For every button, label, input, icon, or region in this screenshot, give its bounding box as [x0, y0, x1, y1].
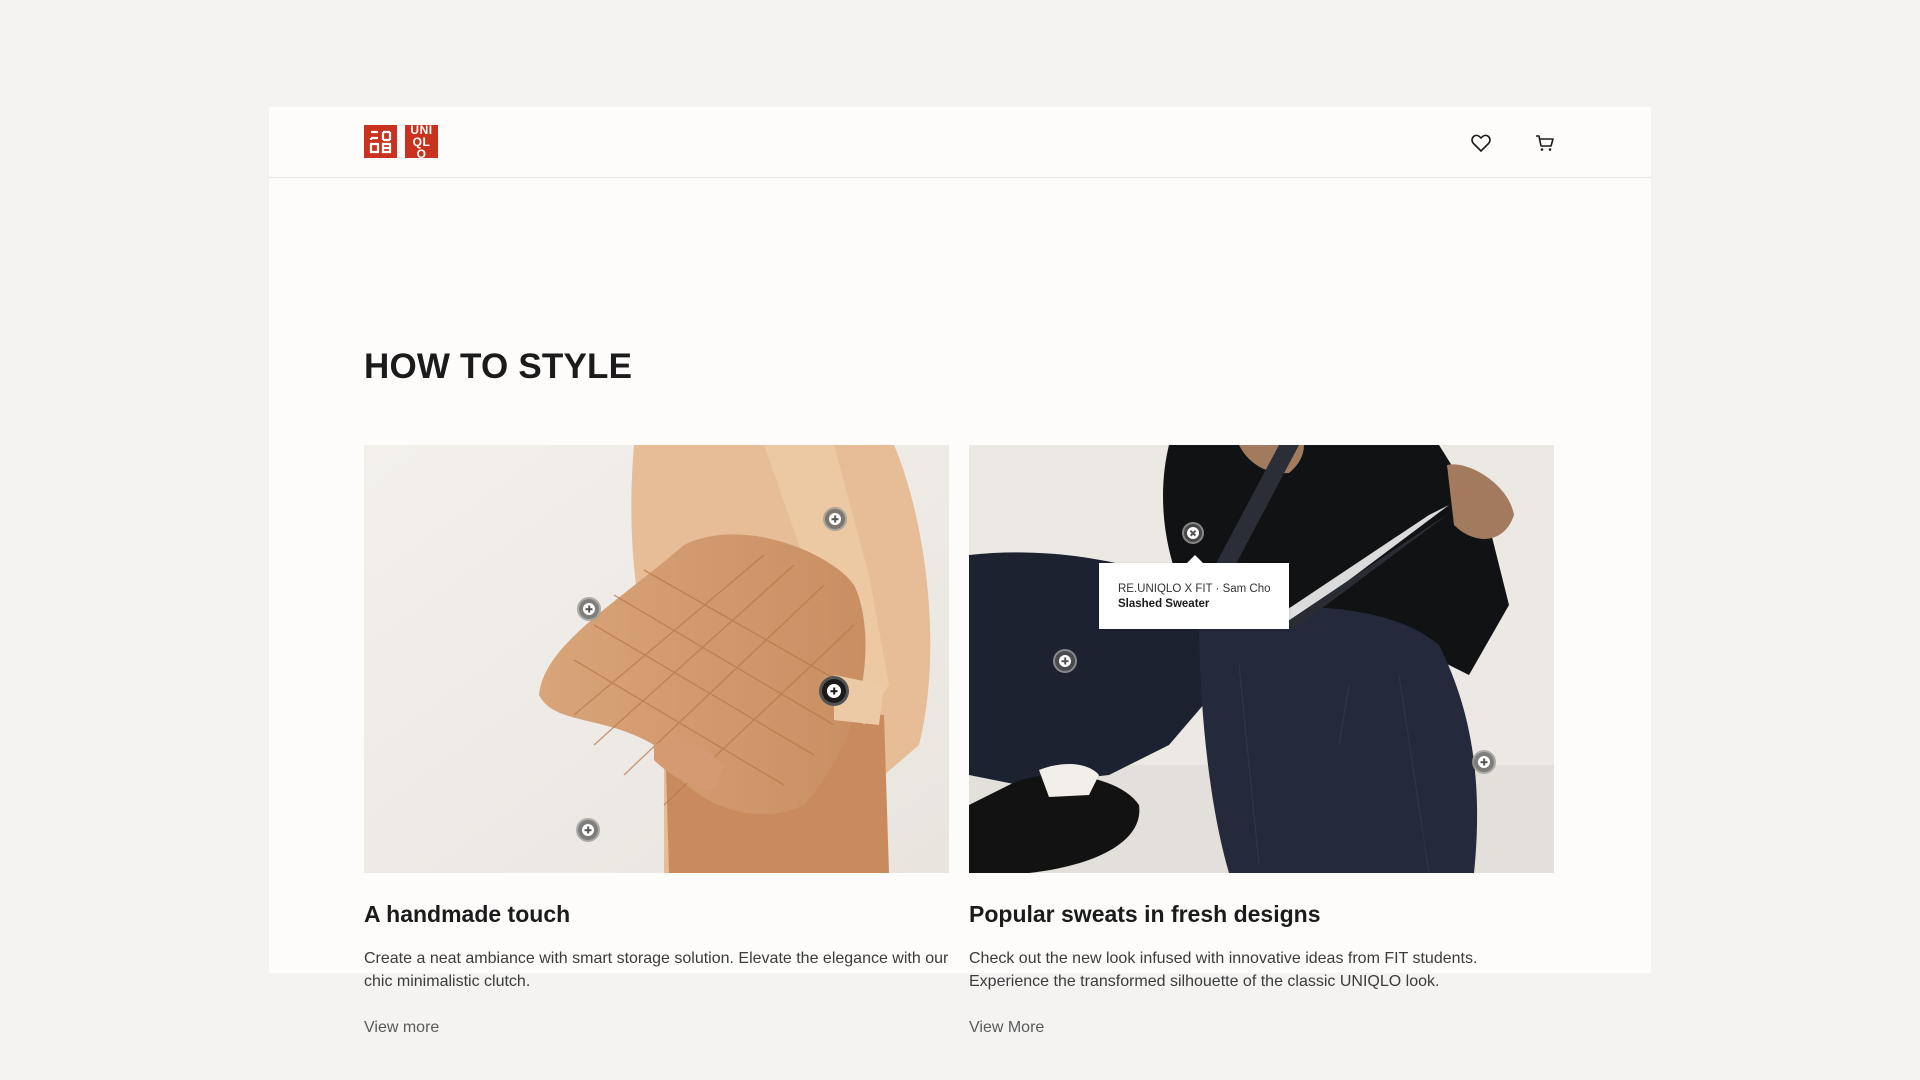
product-hotspot-active[interactable] [819, 676, 849, 706]
page-frame: UNIQLO HOW TO STYLE A handmade touch Cre… [269, 107, 1651, 1036]
card-description: Create a neat ambiance with smart storag… [364, 950, 949, 990]
product-hotspot[interactable] [576, 818, 600, 842]
uniqlo-logo[interactable]: UNIQLO [364, 122, 438, 161]
product-hotspot[interactable] [1472, 750, 1496, 774]
close-hotspot-button[interactable] [1182, 522, 1204, 544]
cart-button[interactable] [1533, 131, 1557, 155]
card-image-clutch [364, 445, 949, 873]
tooltip-product-name: Slashed Sweater [1118, 598, 1210, 610]
logo-katakana-tile [364, 125, 397, 158]
card-image-sweats: RE.UNIQLO X FIT · Sam Cho Slashed Sweate… [969, 445, 1554, 873]
style-card: A handmade touch Create a neat ambiance … [364, 445, 949, 1036]
product-hotspot[interactable] [577, 597, 601, 621]
heart-icon [1471, 134, 1491, 152]
site-header: UNIQLO [269, 107, 1651, 178]
card-title: A handmade touch [364, 901, 571, 927]
tooltip-brand: RE.UNIQLO X FIT · Sam Cho [1118, 583, 1271, 595]
cart-icon [1536, 135, 1554, 151]
wishlist-button[interactable] [1469, 131, 1493, 155]
view-more-link[interactable]: View more [364, 1019, 439, 1037]
card-description: Check out the new look infused with inno… [969, 950, 1478, 990]
card-title: Popular sweats in fresh designs [969, 901, 1321, 927]
katakana-mark-icon [369, 130, 391, 153]
product-tooltip[interactable]: RE.UNIQLO X FIT · Sam Cho Slashed Sweate… [1099, 555, 1289, 629]
product-hotspot[interactable] [823, 507, 847, 531]
logo-wordmark-tile: UNIQLO [405, 122, 438, 161]
view-more-link[interactable]: View More [969, 1019, 1044, 1037]
section-title: HOW TO STYLE [364, 347, 633, 386]
style-card: RE.UNIQLO X FIT · Sam Cho Slashed Sweate… [969, 445, 1554, 1036]
logo-wordmark: UNIQLO [410, 122, 433, 161]
product-hotspot[interactable] [1053, 649, 1077, 673]
clutch-photo [364, 445, 949, 873]
